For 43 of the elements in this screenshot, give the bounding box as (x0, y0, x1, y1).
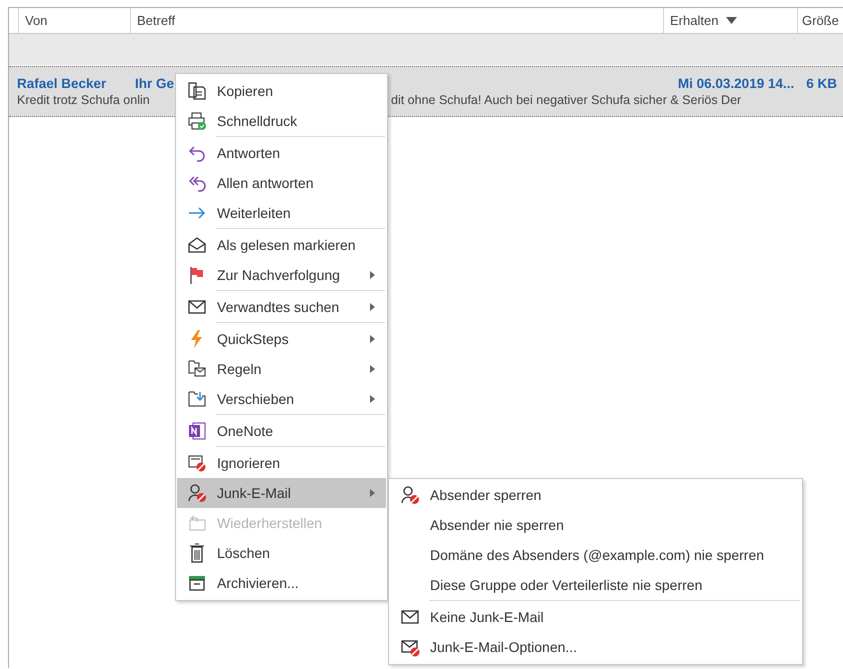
copy-icon (187, 81, 207, 101)
column-header[interactable]: Betreff (130, 8, 663, 33)
archive-box-icon (187, 573, 207, 593)
menu-item[interactable]: Als gelesen markieren (177, 230, 386, 260)
menu-item[interactable]: Archivieren... (177, 568, 386, 598)
menu-item[interactable]: Regeln (177, 354, 386, 384)
menu-item[interactable]: Junk-E-Mail (177, 478, 386, 508)
printer-icon (187, 111, 207, 131)
menu-item[interactable]: Allen antworten (177, 168, 386, 198)
restore-icon (187, 513, 207, 533)
message-size: 6 KB (806, 76, 837, 91)
move-to-folder-icon (187, 389, 207, 409)
preview-text: dit ohne Schufa! Auch bei negativer Schufa sicher & Seriös Der (391, 93, 742, 107)
preview-text: Kredit trotz Schufa onlin (17, 93, 151, 107)
trash-icon (187, 543, 207, 563)
menu-item[interactable]: Antworten (177, 138, 386, 168)
envelope-open-icon (187, 235, 207, 255)
column-header[interactable]: Von (18, 8, 130, 33)
ignore-icon (187, 453, 207, 473)
menu-item[interactable]: Weiterleiten (177, 198, 386, 228)
sender-name: Rafael Becker (17, 76, 108, 91)
menu-item[interactable]: OneNote (177, 416, 386, 446)
subject-text: Ihr Ge (135, 76, 174, 91)
menu-item[interactable]: Domäne des Absenders (@example.com) nie sperren (390, 540, 801, 570)
column-header[interactable]: Erhalten (663, 8, 797, 33)
menu-item[interactable]: QuickSteps (177, 324, 386, 354)
menu-item[interactable]: Zur Nachverfolgung (177, 260, 386, 290)
menu-item[interactable]: Verwandtes suchen (177, 292, 386, 322)
person-blocked-icon (187, 483, 207, 503)
menu-item[interactable]: Verschieben (177, 384, 386, 414)
folder-envelope-icon (187, 359, 207, 379)
menu-item[interactable]: Absender nie sperren (390, 510, 801, 540)
notebook-icon (187, 421, 207, 441)
person-blocked-icon (400, 485, 420, 505)
column-header[interactable]: Größe (797, 8, 843, 33)
menu-item[interactable]: Junk-E-Mail-Optionen... (390, 632, 801, 662)
menu-item[interactable]: Kopieren (177, 76, 386, 106)
menu-item[interactable]: Diese Gruppe oder Verteilerliste nie sperren (390, 570, 801, 600)
menu-item[interactable]: Ignorieren (177, 448, 386, 478)
menu-item[interactable]: Keine Junk-E-Mail (390, 602, 801, 632)
menu-item[interactable]: Löschen (177, 538, 386, 568)
received-date: Mi 06.03.2019 14... (678, 76, 794, 91)
menu-item[interactable]: Absender sperren (390, 480, 801, 510)
